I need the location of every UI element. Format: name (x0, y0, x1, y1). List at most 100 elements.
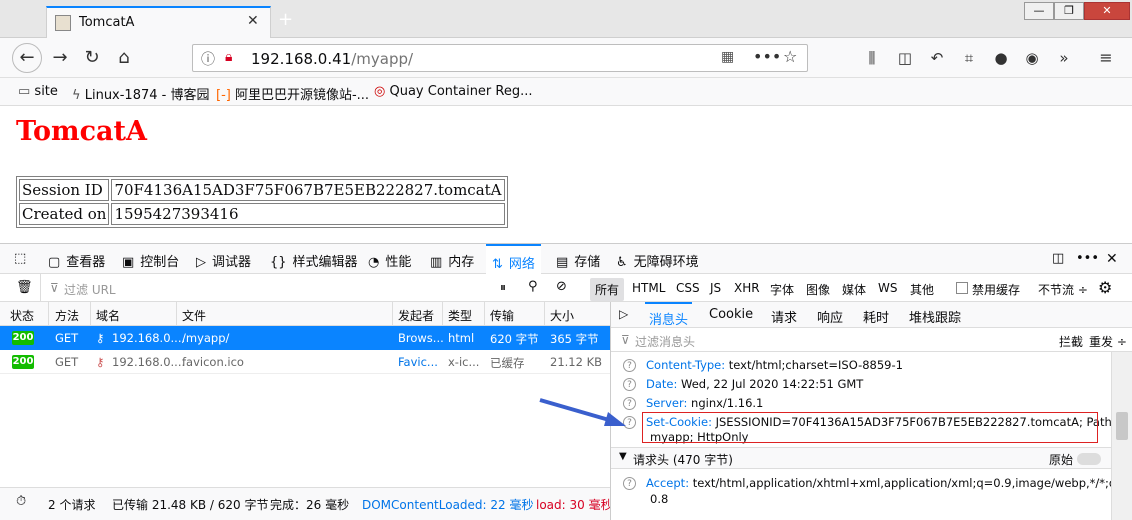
request-headers-section[interactable]: ▼ 请求头 (470 字节) 原始 (611, 447, 1111, 469)
tab-timings[interactable]: 耗时 (863, 307, 889, 326)
headers-filter-bar: ⊽ 过滤消息头 拦截 重发 ÷ (611, 328, 1132, 352)
raw-toggle[interactable] (1077, 453, 1101, 465)
overflow-icon[interactable]: » (1052, 46, 1076, 70)
col-status[interactable]: 状态 (10, 307, 34, 324)
table-row[interactable]: 200 GET ⚷ 192.168.0.... favicon.ico Favi… (0, 350, 610, 374)
table-row[interactable]: 200 GET ⚷ 192.168.0.... /myapp/ Brows...… (0, 326, 610, 350)
devtools-close-icon[interactable]: ✕ (1106, 251, 1118, 267)
tool-memory[interactable]: ▥ 内存 (430, 251, 474, 270)
filter-images[interactable]: 图像 (802, 281, 834, 298)
dock-icon[interactable]: ◫ (1052, 251, 1064, 266)
insecure-icon: ⚷ (96, 331, 105, 345)
col-initiator[interactable]: 发起者 (398, 307, 434, 324)
tool-performance[interactable]: ◔ 性能 (368, 251, 411, 270)
headers-filter-input[interactable]: 过滤消息头 (635, 333, 695, 350)
table-row: Created on 1595427393416 (19, 203, 505, 225)
col-file[interactable]: 文件 (182, 307, 206, 324)
url-filter-input[interactable]: 过滤 URL (64, 281, 464, 298)
tab-stack-trace[interactable]: 堆栈跟踪 (909, 307, 961, 326)
insecure-lock-icon[interactable]: 🔒︎ (225, 49, 232, 65)
maximize-button[interactable]: ❐ (1054, 2, 1084, 20)
bookmark-aliyun[interactable]: [-] 阿里巴巴开源镜像站-... (216, 84, 369, 103)
account-icon[interactable]: ◉ (1020, 46, 1044, 70)
filter-all[interactable]: 所有 (590, 278, 625, 301)
screenshot-icon[interactable]: ⌗ (957, 46, 981, 70)
tab-close-icon[interactable]: ✕ (247, 13, 259, 29)
element-picker-icon[interactable]: ⬚ (14, 251, 26, 266)
new-tab-button[interactable]: + (278, 9, 293, 30)
help-icon[interactable]: ? (623, 378, 636, 391)
scrollbar-thumb[interactable] (1116, 412, 1128, 440)
tab-cookie[interactable]: Cookie (709, 307, 753, 322)
col-size[interactable]: 大小 (550, 307, 574, 324)
home-icon[interactable]: ⌂ (112, 46, 136, 70)
tool-network[interactable]: ⇅ 网络 (486, 244, 541, 274)
request-initiator[interactable]: Favic... (398, 355, 438, 369)
tab-response[interactable]: 响应 (817, 307, 843, 326)
trash-icon[interactable]: 🗑︎ (16, 280, 33, 295)
info-icon[interactable]: ⓘ (201, 49, 215, 69)
help-icon[interactable]: ? (623, 397, 636, 410)
request-method: GET (55, 355, 79, 369)
qr-code-icon[interactable]: ▦ (721, 49, 734, 65)
filter-other[interactable]: 其他 (906, 281, 938, 298)
details-tabs: ▷ 消息头 Cookie 请求 响应 耗时 堆栈跟踪 (611, 302, 1132, 328)
pause-icon[interactable]: ⏸ (500, 280, 506, 295)
col-domain[interactable]: 域名 (96, 307, 120, 324)
devtools-menu-icon[interactable]: ••• (1076, 251, 1099, 266)
help-icon[interactable]: ? (623, 477, 636, 490)
bookmark-site[interactable]: ▭ site (18, 84, 58, 99)
reload-icon[interactable]: ↻ (80, 46, 104, 70)
filter-js[interactable]: JS (706, 281, 725, 295)
window-close-button[interactable]: ✕ (1084, 2, 1130, 20)
minimize-button[interactable]: — (1024, 2, 1054, 20)
menu-icon[interactable]: ≡ (1094, 46, 1118, 70)
filter-icon: ⊽ (50, 281, 59, 295)
block-button[interactable]: 拦截 (1059, 333, 1083, 350)
bookmark-cnblogs[interactable]: ϟ Linux-1874 - 博客园 (72, 84, 209, 103)
network-icon: ⇅ (492, 257, 503, 272)
extension-icon[interactable]: ● (989, 46, 1013, 70)
forward-icon[interactable]: → (48, 46, 72, 70)
bookmark-star-icon[interactable]: ☆ (783, 47, 797, 66)
disable-cache-label: 禁用缓存 (972, 283, 1021, 297)
divider (544, 302, 545, 326)
filter-xhr[interactable]: XHR (730, 281, 764, 295)
tool-console[interactable]: ▣ 控制台 (122, 251, 179, 270)
tool-storage[interactable]: ▤ 存储 (556, 251, 600, 270)
filter-css[interactable]: CSS (672, 281, 704, 295)
search-icon[interactable]: ⚲ (528, 279, 538, 294)
url-bar[interactable]: ⓘ 🔒︎ 192.168.0.41/myapp/ ▦ ••• ☆ (192, 44, 808, 72)
library-icon[interactable]: ⫼ (860, 46, 884, 70)
filter-ws[interactable]: WS (874, 281, 901, 295)
col-type[interactable]: 类型 (448, 307, 472, 324)
filter-icon: ⊽ (621, 333, 630, 347)
tool-inspector[interactable]: ▢ 查看器 (48, 251, 105, 270)
col-transferred[interactable]: 传输 (490, 307, 514, 324)
browser-tab[interactable]: TomcatA ✕ (46, 6, 271, 38)
filter-media[interactable]: 媒体 (838, 281, 870, 298)
back-icon[interactable]: ← (12, 43, 42, 73)
toggle-panel-icon[interactable]: ▷ (619, 307, 628, 321)
block-icon[interactable]: ⊘ (556, 279, 567, 294)
help-icon[interactable]: ? (623, 416, 636, 429)
resend-button[interactable]: 重发 ÷ (1089, 333, 1127, 350)
bookmark-quay[interactable]: ◎ Quay Container Reg... (374, 84, 533, 99)
filter-fonts[interactable]: 字体 (766, 281, 798, 298)
col-method[interactable]: 方法 (55, 307, 79, 324)
settings-gear-icon[interactable]: ⚙ (1098, 278, 1112, 297)
tab-headers[interactable]: 消息头 (645, 302, 693, 328)
tool-style-editor[interactable]: {} 样式编辑器 (270, 251, 358, 270)
tab-request[interactable]: 请求 (771, 307, 797, 326)
help-icon[interactable]: ? (623, 359, 636, 372)
scrollbar[interactable] (1111, 352, 1132, 520)
undo-icon[interactable]: ↶ (925, 46, 949, 70)
throttle-select[interactable]: 不节流 ÷ (1038, 281, 1088, 298)
tool-accessibility[interactable]: ♿ 无障碍环境 (616, 251, 699, 270)
disable-cache-checkbox[interactable] (956, 282, 968, 294)
filter-html[interactable]: HTML (628, 281, 669, 295)
tool-debugger[interactable]: ▷ 调试器 (196, 251, 251, 270)
page-actions-icon[interactable]: ••• (753, 47, 781, 66)
dcl-time: DOMContentLoaded: 22 毫秒 (362, 498, 534, 512)
sidebar-icon[interactable]: ◫ (893, 46, 917, 70)
